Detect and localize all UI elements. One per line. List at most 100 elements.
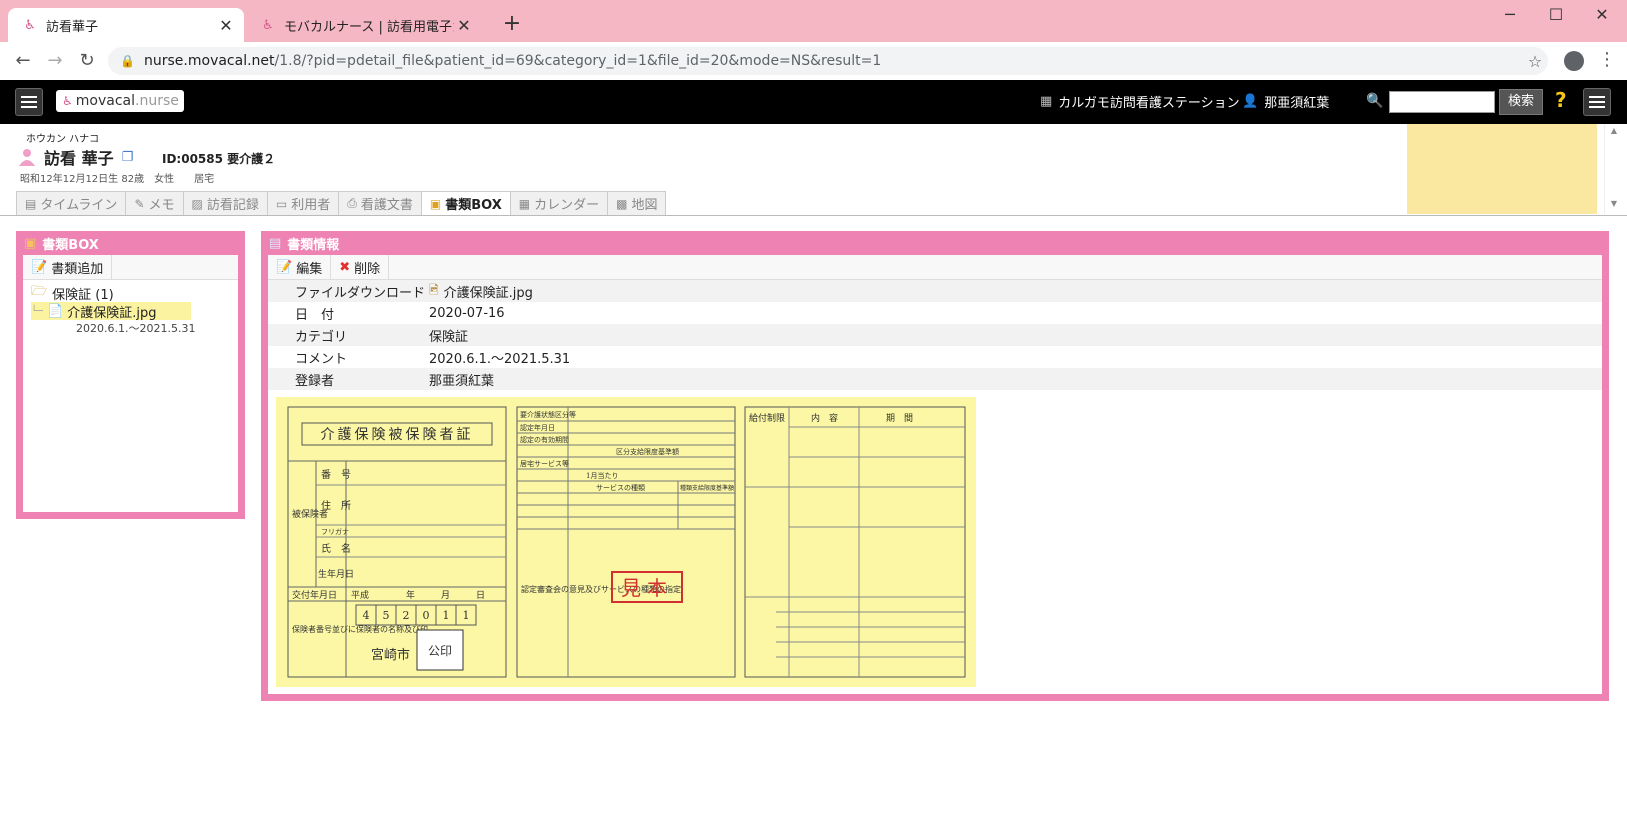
browser-tab-bar: ♿ 訪看華子 ✕ ♿ モバカルナース | 訪看用電子カルテ ✕ + ─ ☐ ✕ — [0, 0, 1627, 42]
file-item[interactable]: └─ 📄 介護保険証.jpg — [31, 302, 191, 321]
info-key: 日 付 — [295, 307, 335, 323]
tab-label: 利用者 — [291, 198, 331, 213]
panel-header: ▤ 書類情報 — [261, 231, 1609, 255]
copy-window-icon[interactable]: ❐ — [122, 150, 134, 165]
current-user[interactable]: 👤 那亜須紅葉 — [1242, 92, 1329, 111]
mid-label: 居宅サービス等 — [520, 459, 569, 468]
document-icon: ▤ — [269, 235, 282, 251]
settings-menu-icon[interactable] — [1583, 88, 1611, 116]
document-box-panel: ▣ 書類BOX 📝 書類追加 🗁 保険証 (1) └─ 📄 介護保険証.jpg … — [16, 231, 245, 519]
box-icon: ▣ — [24, 235, 37, 251]
download-link[interactable]: 🖻 介護保険証.jpg — [429, 281, 1602, 302]
maximize-icon[interactable]: ☐ — [1533, 0, 1579, 30]
reload-icon[interactable]: ↻ — [76, 50, 98, 72]
delete-button[interactable]: ✖ 削除 — [331, 255, 390, 279]
panel-title: 書類情報 — [287, 237, 340, 253]
info-key: コメント — [295, 351, 348, 367]
close-tab-icon[interactable]: ✕ — [216, 16, 236, 35]
minimize-icon[interactable]: ─ — [1487, 0, 1533, 30]
movacal-logo[interactable]: ♿ movacal .nurse — [56, 90, 184, 112]
new-tab-button[interactable]: + — [498, 10, 526, 38]
mid-label: 区分支給限度基準額 — [616, 447, 679, 456]
forward-arrow-icon[interactable]: → — [44, 50, 66, 72]
tab-visit-record[interactable]: ▨ 訪看記録 — [182, 191, 268, 215]
info-row-category: カテゴリ 保険証 — [268, 324, 1602, 346]
info-value: 那亜須紅葉 — [429, 373, 495, 389]
insurer-digit: 0 — [423, 609, 430, 622]
box-icon: ▣ — [429, 196, 442, 211]
browser-menu-icon[interactable]: ⋮ — [1598, 49, 1616, 70]
tree-branch: └─ — [31, 305, 44, 317]
folder-label: 保険証 (1) — [52, 287, 114, 303]
close-tab-icon[interactable]: ✕ — [454, 16, 474, 35]
tab-document-box[interactable]: ▣ 書類BOX — [420, 191, 511, 215]
menu-hamburger-icon[interactable] — [15, 88, 43, 116]
insurer-name: 宮崎市 — [371, 647, 410, 663]
back-arrow-icon[interactable]: ← — [12, 50, 34, 72]
patient-id-care: ID:00585 要介護２ — [162, 152, 276, 166]
mid-label: 1月当たり — [586, 471, 618, 480]
info-value: 介護保険証.jpg — [443, 285, 533, 301]
browser-tab-active[interactable]: ♿ 訪看華子 ✕ — [8, 8, 244, 42]
tab-memo[interactable]: ✎ メモ — [125, 191, 184, 215]
lock-icon: 🔒 — [120, 54, 135, 68]
insurance-card-image[interactable]: 番 号 住 所 フリガナ 氏 名 生年月日 交付年月日 平成 年 月 日 介護保… — [276, 397, 976, 687]
url-host: nurse.movacal.net — [144, 53, 275, 69]
info-key: 登録者 — [295, 373, 335, 389]
user-label: 那亜須紅葉 — [1264, 96, 1330, 111]
movacal-favicon-icon: ♿ — [262, 17, 274, 33]
browser-tab-inactive[interactable]: ♿ モバカルナース | 訪看用電子カルテ ✕ — [246, 8, 482, 42]
search-icon: 🔍 — [1366, 93, 1384, 109]
box-toolbar: 📝 書類追加 — [23, 255, 238, 280]
edit-button[interactable]: 📝 編集 — [268, 255, 332, 279]
insurer-digit: 4 — [363, 609, 370, 622]
right-header: 内 容 — [811, 412, 838, 424]
sample-stamp: 見本 — [621, 576, 673, 600]
search-button[interactable]: 検索 — [1499, 89, 1543, 115]
info-table: ファイルダウンロード 🖻 介護保険証.jpg 日 付 2020-07-16 カテ… — [268, 280, 1602, 390]
card-label-furigana: フリガナ — [321, 527, 349, 536]
search-input[interactable] — [1389, 91, 1495, 113]
tab-calendar[interactable]: ▦ カレンダー — [509, 191, 609, 215]
tab-label: 地図 — [631, 198, 658, 213]
mid-label: 認定年月日 — [520, 423, 555, 432]
tab-label: 書類BOX — [445, 198, 502, 213]
file-icon: 📄 — [47, 303, 64, 319]
add-document-button[interactable]: 📝 書類追加 — [23, 255, 113, 279]
url-field[interactable]: 🔒 nurse.movacal.net/1.8/?pid=pdetail_fil… — [108, 47, 1548, 75]
logo-icon: ♿ — [62, 94, 73, 108]
user-icon: 👤 — [1242, 94, 1259, 109]
window-close-icon[interactable]: ✕ — [1579, 0, 1625, 30]
help-icon[interactable]: ? — [1555, 88, 1567, 112]
seal-label: 公印 — [428, 644, 452, 658]
add-document-label: 書類追加 — [51, 261, 104, 277]
tab-user[interactable]: ▭ 利用者 — [266, 191, 340, 215]
account-avatar-icon[interactable] — [1564, 51, 1584, 71]
document-tree: 🗁 保険証 (1) └─ 📄 介護保険証.jpg 2020.6.1.～2021.… — [23, 280, 238, 336]
folder-item[interactable]: 🗁 保険証 (1) — [31, 284, 238, 303]
info-row-registrant: 登録者 那亜須紅葉 — [268, 368, 1602, 390]
card-era: 平成 — [351, 589, 369, 601]
station-name[interactable]: ▦ カルガモ訪問看護ステーション — [1040, 92, 1240, 111]
patient-name-row: 訪看 華子 ❐ — [18, 145, 133, 169]
tab-map[interactable]: ▩ 地図 — [607, 191, 667, 215]
panel-title: 書類BOX — [42, 237, 99, 253]
scrollbar[interactable]: ▲ ▼ — [1604, 124, 1623, 214]
notice-area — [1407, 124, 1597, 214]
address-bar: ← → ↻ 🔒 nurse.movacal.net/1.8/?pid=pdeta… — [0, 42, 1627, 81]
tab-nursing-docs[interactable]: ⎙ 看護文書 — [338, 191, 422, 215]
tab-label: カレンダー — [534, 198, 600, 213]
tab-timeline[interactable]: ▤ タイムライン — [16, 191, 127, 215]
panel-header: ▣ 書類BOX — [16, 231, 245, 255]
pencil-icon: ✎ — [134, 196, 145, 211]
bookmark-star-icon[interactable]: ☆ — [1522, 52, 1548, 71]
tab-label: 看護文書 — [360, 198, 413, 213]
info-row-date: 日 付 2020-07-16 — [268, 302, 1602, 324]
folder-open-icon: 🗁 — [31, 284, 48, 299]
app-header: ♿ movacal .nurse ▦ カルガモ訪問看護ステーション 👤 那亜須紅葉… — [0, 80, 1627, 124]
info-toolbar: 📝 編集 ✖ 削除 — [268, 255, 1602, 280]
tab-title: モバカルナース | 訪看用電子カルテ — [284, 19, 454, 35]
id-card-icon: ▭ — [275, 196, 288, 211]
card-label-number: 番 号 — [321, 469, 351, 481]
file-date: 2020.6.1.～2021.5.31 — [76, 322, 196, 335]
